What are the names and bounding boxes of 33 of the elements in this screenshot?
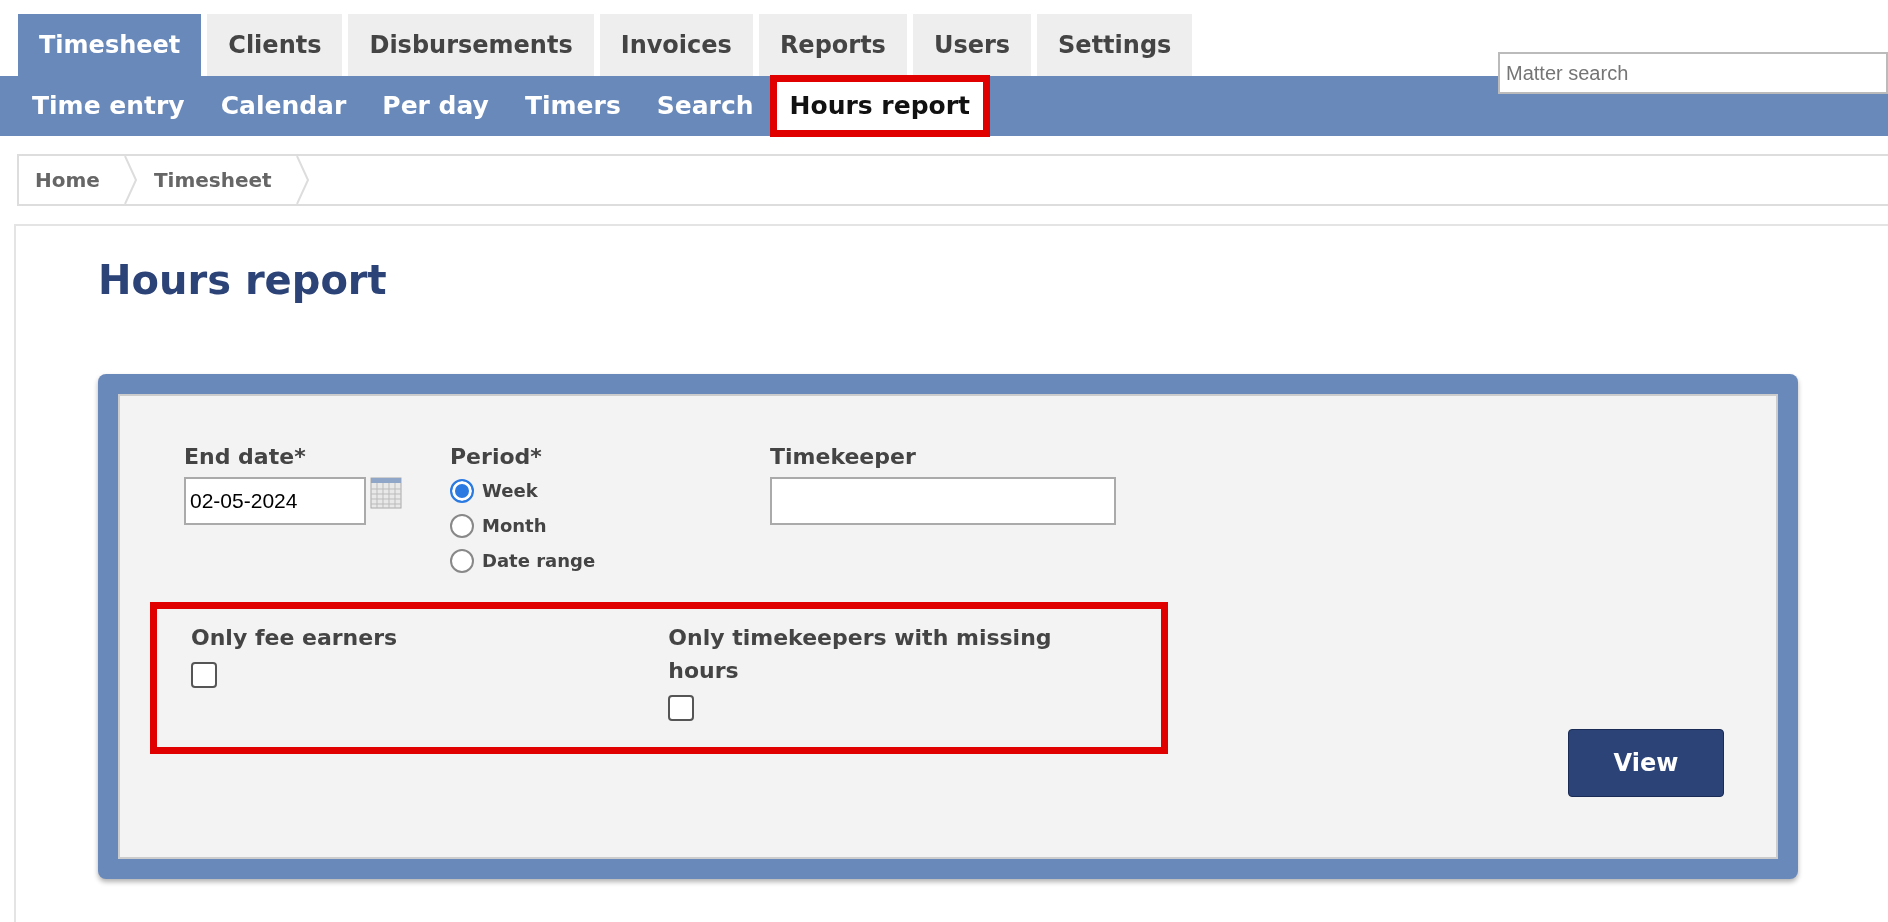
end-date-field[interactable]: 02-05-2024	[184, 477, 366, 525]
sub-tab[interactable]: Calendar	[206, 81, 361, 131]
radio-label: Week	[482, 479, 538, 503]
breadcrumb-link[interactable]: Home	[19, 156, 124, 204]
nav-tab[interactable]: Users	[912, 14, 1032, 76]
sub-tab[interactable]: Time entry	[18, 81, 199, 131]
radio-button[interactable]	[450, 478, 474, 503]
field-label: Period*	[450, 443, 543, 471]
breadcrumb-link[interactable]: Timesheet	[137, 156, 296, 204]
timekeeper-field[interactable]	[770, 477, 1116, 525]
sub-tab[interactable]: Timers	[510, 81, 635, 131]
checkbox-label: Only fee earners	[191, 624, 399, 652]
radio-label: Date range	[482, 549, 596, 573]
nav-tab[interactable]: Settings	[1037, 14, 1193, 76]
calendar-icon[interactable]	[370, 477, 402, 509]
sub-tab[interactable]: Search	[642, 81, 768, 131]
nav-tab[interactable]: Clients	[207, 14, 343, 76]
sub-tab[interactable]: Per day	[368, 81, 503, 131]
radio-label: Month	[482, 514, 547, 538]
nav-tab[interactable]: Disbursements	[348, 14, 594, 76]
nav-tab[interactable]: Timesheet	[18, 14, 202, 76]
checkbox[interactable]	[668, 695, 695, 721]
nav-tab[interactable]: Invoices	[599, 14, 753, 76]
view-button[interactable]: View	[1568, 729, 1724, 797]
checkbox[interactable]	[191, 662, 217, 688]
radio-button[interactable]	[450, 548, 474, 573]
radio-button[interactable]	[450, 513, 474, 538]
checkbox-label: Only timekeepers with missing hours	[668, 624, 1053, 685]
page-title: Hours report	[98, 256, 388, 304]
field-label: Timekeeper	[770, 443, 917, 471]
matter-search-field[interactable]: Matter search	[1498, 52, 1888, 94]
field-label: End date*	[184, 443, 307, 471]
nav-tab[interactable]: Reports	[758, 14, 907, 76]
